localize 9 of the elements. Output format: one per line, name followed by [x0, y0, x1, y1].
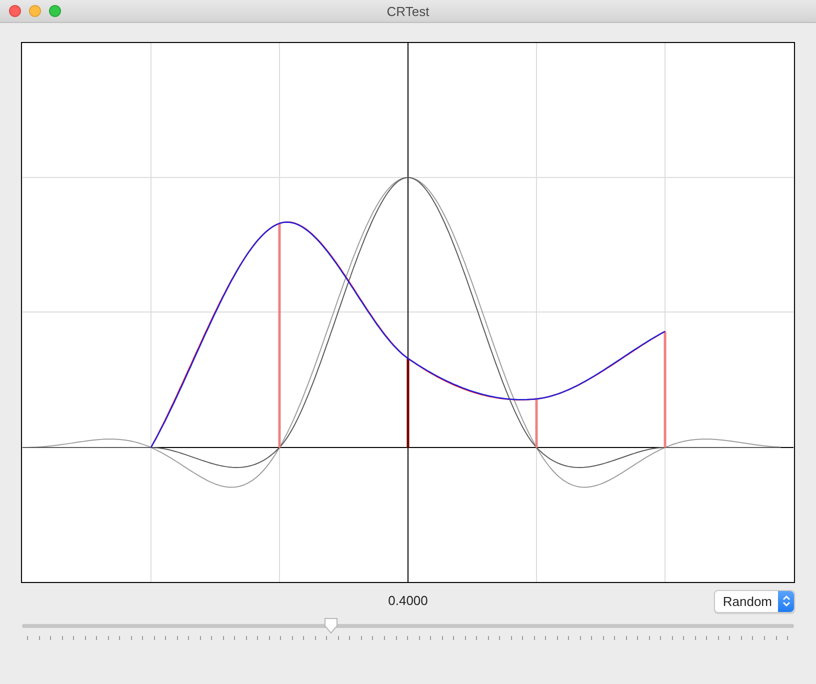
- slider-thumb[interactable]: [322, 617, 339, 635]
- mode-select[interactable]: Random: [714, 590, 795, 612]
- sample-stem: [535, 398, 538, 448]
- minimize-button[interactable]: [29, 5, 41, 17]
- stepper-icon: [778, 590, 794, 612]
- slider-value: 0.4000: [388, 593, 428, 608]
- window-title: CRTest: [386, 4, 430, 18]
- close-button[interactable]: [9, 5, 21, 17]
- zoom-button[interactable]: [49, 5, 61, 17]
